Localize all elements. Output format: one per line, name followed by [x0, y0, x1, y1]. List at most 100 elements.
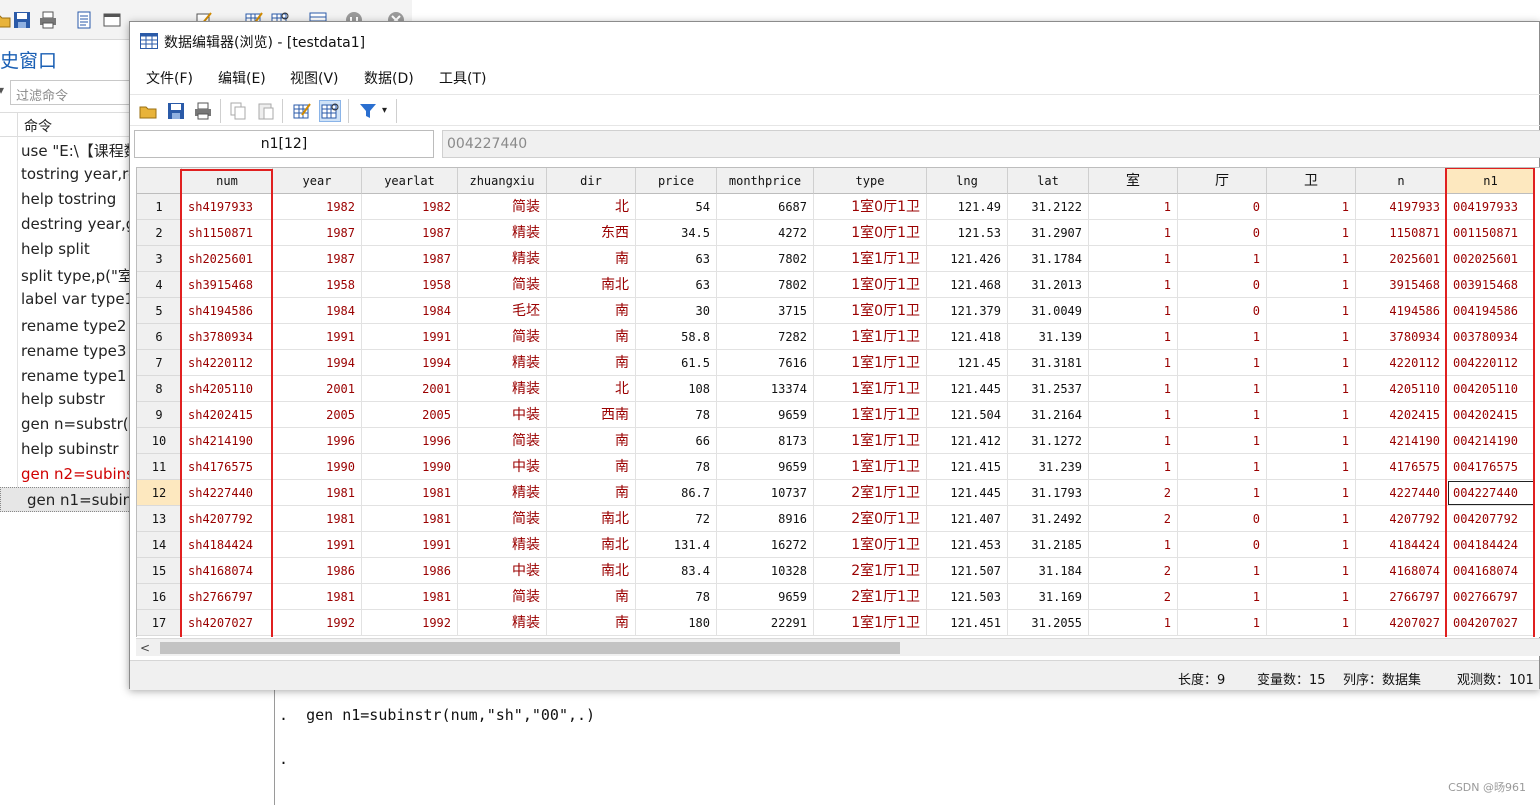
grid-cell[interactable]: 1996	[273, 428, 362, 454]
grid-cell[interactable]: 2005	[273, 402, 362, 428]
grid-cell[interactable]: 13374	[717, 376, 814, 402]
history-filter-input[interactable]: 过滤命令	[10, 80, 140, 105]
grid-cell[interactable]: 1室0厅1卫	[814, 532, 927, 558]
browse-mode-icon[interactable]	[319, 100, 341, 122]
grid-cell[interactable]: 1	[1267, 324, 1356, 350]
grid-cell[interactable]: 1	[1089, 610, 1178, 636]
grid-cell[interactable]: sh4227440	[182, 480, 273, 506]
cell-value-box[interactable]: 004227440	[442, 130, 1540, 158]
history-column-header[interactable]: 命令	[0, 112, 135, 138]
menu-edit[interactable]: 编辑(E)	[218, 68, 266, 88]
grid-cell[interactable]: 66	[636, 428, 717, 454]
grid-cell[interactable]: 1	[1267, 376, 1356, 402]
grid-cell[interactable]: 南北	[547, 506, 636, 532]
grid-cell[interactable]: 1	[1267, 220, 1356, 246]
grid-cell[interactable]: sh4194586	[182, 298, 273, 324]
grid-cell[interactable]: 0	[1178, 298, 1267, 324]
grid-cell[interactable]: sh2025601	[182, 246, 273, 272]
grid-cell[interactable]: 4220112	[1356, 350, 1447, 376]
grid-cell[interactable]: 北	[547, 194, 636, 220]
grid-cell[interactable]: 121.415	[927, 454, 1008, 480]
grid-cell[interactable]: 8173	[717, 428, 814, 454]
grid-cell[interactable]: 1996	[362, 428, 458, 454]
history-item[interactable]: gen n2=subinstr	[0, 462, 135, 487]
grid-cell[interactable]: 0	[1178, 272, 1267, 298]
history-item[interactable]: split type,p("室	[0, 262, 135, 287]
grid-cell[interactable]: 1	[1267, 610, 1356, 636]
column-header[interactable]: 卫	[1267, 168, 1356, 194]
grid-cell[interactable]: 121.412	[927, 428, 1008, 454]
grid-cell[interactable]: 31.2164	[1008, 402, 1089, 428]
scrollbar-thumb[interactable]	[160, 642, 900, 654]
grid-cell[interactable]: 16272	[717, 532, 814, 558]
grid-cell[interactable]: 9659	[717, 454, 814, 480]
menu-view[interactable]: 视图(V)	[290, 68, 339, 88]
grid-cell[interactable]: 1	[1089, 194, 1178, 220]
grid-cell[interactable]: 1	[1267, 558, 1356, 584]
grid-cell[interactable]: 31.0049	[1008, 298, 1089, 324]
grid-cell[interactable]: 1	[1089, 350, 1178, 376]
row-number[interactable]: 13	[137, 506, 182, 532]
column-header[interactable]: num	[182, 168, 273, 194]
grid-cell[interactable]: 121.503	[927, 584, 1008, 610]
grid-cell[interactable]: 1987	[273, 246, 362, 272]
grid-cell[interactable]: 1991	[362, 532, 458, 558]
grid-cell[interactable]: 004168074	[1447, 558, 1535, 584]
grid-cell[interactable]: 7282	[717, 324, 814, 350]
grid-cell[interactable]: 1	[1089, 428, 1178, 454]
history-item[interactable]: destring year,g	[0, 212, 135, 237]
grid-cell[interactable]: 2室0厅1卫	[814, 506, 927, 532]
grid-cell[interactable]: 简装	[458, 194, 547, 220]
grid-cell[interactable]: sh4184424	[182, 532, 273, 558]
grid-cell[interactable]: 121.53	[927, 220, 1008, 246]
grid-cell[interactable]: 121.379	[927, 298, 1008, 324]
grid-cell[interactable]: 1	[1089, 454, 1178, 480]
grid-cell[interactable]: 002766797	[1447, 584, 1535, 610]
grid-cell[interactable]: sh3915468	[182, 272, 273, 298]
row-number[interactable]: 16	[137, 584, 182, 610]
grid-cell[interactable]: 2室1厅1卫	[814, 584, 927, 610]
grid-cell[interactable]: 31.2122	[1008, 194, 1089, 220]
history-item[interactable]: help tostring	[0, 187, 135, 212]
grid-cell[interactable]: 4168074	[1356, 558, 1447, 584]
grid-cell[interactable]: 1	[1089, 272, 1178, 298]
grid-cell[interactable]: 78	[636, 584, 717, 610]
grid-cell[interactable]: 121.451	[927, 610, 1008, 636]
grid-cell[interactable]: 2	[1089, 506, 1178, 532]
grid-cell[interactable]: 1	[1178, 428, 1267, 454]
grid-cell[interactable]: 3915468	[1356, 272, 1447, 298]
grid-cell[interactable]: 002025601	[1447, 246, 1535, 272]
grid-cell[interactable]: 72	[636, 506, 717, 532]
grid-cell[interactable]: 54	[636, 194, 717, 220]
scroll-left-icon[interactable]: <	[140, 639, 150, 657]
grid-cell[interactable]: 31.239	[1008, 454, 1089, 480]
grid-cell[interactable]: 7802	[717, 272, 814, 298]
column-header[interactable]: lat	[1008, 168, 1089, 194]
grid-cell[interactable]: 4214190	[1356, 428, 1447, 454]
grid-cell[interactable]: 1	[1267, 298, 1356, 324]
grid-cell[interactable]: 3780934	[1356, 324, 1447, 350]
grid-cell[interactable]: 31.184	[1008, 558, 1089, 584]
grid-cell[interactable]: 1	[1178, 480, 1267, 506]
grid-cell[interactable]: 004202415	[1447, 402, 1535, 428]
row-number[interactable]: 7	[137, 350, 182, 376]
row-number[interactable]: 5	[137, 298, 182, 324]
history-item[interactable]: help substr	[0, 387, 135, 412]
history-item[interactable]: gen n1=subinstr	[0, 487, 135, 512]
row-number[interactable]: 6	[137, 324, 182, 350]
grid-cell[interactable]: 34.5	[636, 220, 717, 246]
grid-cell[interactable]: 南北	[547, 272, 636, 298]
grid-cell[interactable]: 简装	[458, 506, 547, 532]
grid-cell[interactable]: 精装	[458, 532, 547, 558]
grid-cell[interactable]: 4205110	[1356, 376, 1447, 402]
grid-cell[interactable]: 1994	[362, 350, 458, 376]
grid-cell[interactable]: 121.468	[927, 272, 1008, 298]
grid-cell[interactable]: 1982	[273, 194, 362, 220]
grid-cell[interactable]: 1	[1089, 376, 1178, 402]
grid-cell[interactable]: 1987	[273, 220, 362, 246]
data-grid[interactable]: num year yearlat zhuangxiu dir price monthpric…	[136, 167, 1540, 637]
grid-cell[interactable]: 1987	[362, 220, 458, 246]
grid-cell[interactable]: 西南	[547, 402, 636, 428]
save-icon[interactable]	[12, 10, 32, 30]
column-header[interactable]: type	[814, 168, 927, 194]
